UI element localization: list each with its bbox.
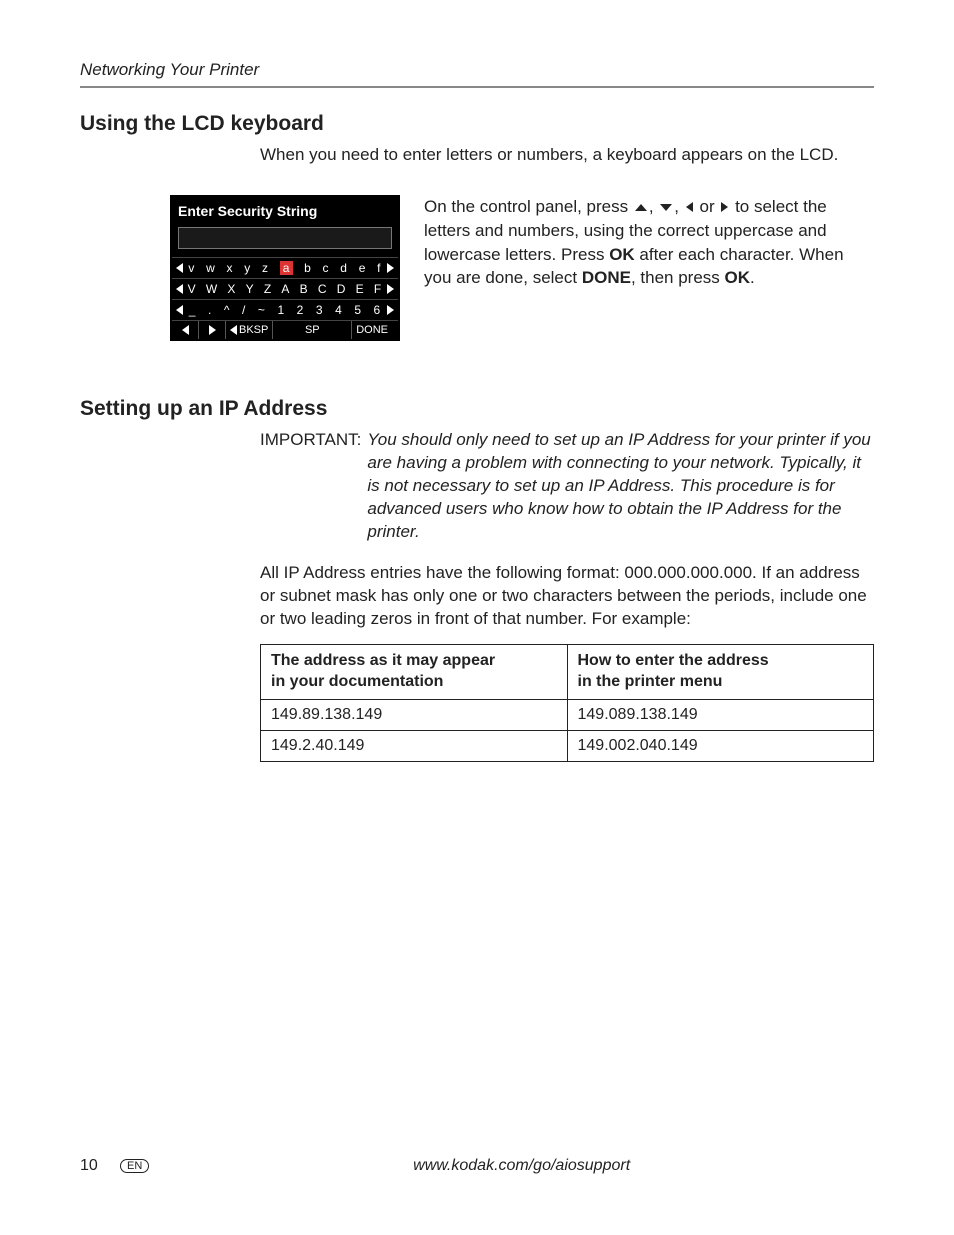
lcd-key: _	[189, 303, 197, 317]
lcd-row-2: VWXYZABCDEF	[172, 278, 398, 299]
lcd-keyboard-figure: Enter Security String vwxyzabcdef VWXYZA…	[170, 195, 400, 341]
lcd-key: Y	[246, 282, 255, 296]
lcd-key: b	[304, 261, 312, 275]
bksp-key: BKSP	[226, 321, 273, 339]
down-arrow-icon	[660, 204, 672, 211]
lcd-key: 2	[297, 303, 305, 317]
page-number: 10	[80, 1157, 120, 1175]
lcd-key: V	[188, 282, 197, 296]
lcd-key: e	[359, 261, 367, 275]
lcd-key: y	[244, 261, 251, 275]
lcd-key: 5	[354, 303, 362, 317]
table-header-2: How to enter the address in the printer …	[567, 645, 874, 700]
nav-left-icon	[172, 321, 199, 339]
nav-right-icon	[199, 321, 226, 339]
lcd-key: v	[188, 261, 195, 275]
right-arrow-icon	[387, 263, 394, 273]
lcd-key: D	[337, 282, 347, 296]
left-arrow-icon	[176, 305, 183, 315]
done-key: DONE	[352, 321, 398, 339]
lcd-key: a	[280, 261, 294, 275]
intro-text: When you need to enter letters or number…	[260, 144, 874, 167]
lcd-input-box	[178, 227, 392, 249]
lcd-key: X	[227, 282, 236, 296]
lcd-row-1-keys: vwxyzabcdef	[183, 261, 387, 275]
heading-lcd-keyboard: Using the LCD keyboard	[80, 112, 874, 136]
lcd-key: W	[206, 282, 218, 296]
running-header: Networking Your Printer	[80, 60, 874, 88]
lcd-key: 1	[277, 303, 285, 317]
lcd-key: x	[227, 261, 234, 275]
important-label: IMPORTANT:	[260, 429, 361, 544]
lcd-row-3-keys: _. ^ / ~123456	[183, 303, 387, 317]
lcd-key: B	[300, 282, 309, 296]
left-arrow-icon	[686, 202, 693, 212]
heading-ip-address: Setting up an IP Address	[80, 397, 874, 421]
lcd-key: d	[340, 261, 348, 275]
lcd-key: 3	[316, 303, 324, 317]
right-arrow-icon	[387, 305, 394, 315]
left-arrow-icon	[176, 263, 183, 273]
lcd-key: E	[356, 282, 365, 296]
lcd-key: c	[323, 261, 330, 275]
important-note: IMPORTANT: You should only need to set u…	[260, 429, 874, 544]
lcd-key: f	[377, 261, 381, 275]
important-text: You should only need to set up an IP Add…	[367, 429, 874, 544]
lcd-key: C	[318, 282, 328, 296]
lcd-key: .	[208, 303, 212, 317]
lcd-key: /	[242, 303, 246, 317]
left-arrow-icon	[176, 284, 183, 294]
lcd-key: 6	[374, 303, 382, 317]
lcd-key: F	[374, 282, 382, 296]
ip-address-table: The address as it may appear in your doc…	[260, 644, 874, 762]
page-footer: 10 EN www.kodak.com/go/aiosupport	[80, 1157, 874, 1175]
ip-format-text: All IP Address entries have the followin…	[260, 562, 874, 631]
right-arrow-icon	[721, 202, 728, 212]
lcd-bottom-row: BKSP SP DONE	[172, 320, 398, 339]
up-arrow-icon	[635, 204, 647, 211]
sp-key: SP	[273, 321, 352, 339]
lcd-instructions: On the control panel, press , , or to se…	[424, 195, 874, 290]
lcd-title: Enter Security String	[172, 197, 398, 223]
table-row: 149.2.40.149 149.002.040.149	[261, 731, 874, 762]
lcd-row-3: _. ^ / ~123456	[172, 299, 398, 320]
lcd-key: 4	[335, 303, 343, 317]
lcd-key: ~	[258, 303, 266, 317]
lcd-key: A	[281, 282, 290, 296]
language-badge: EN	[120, 1159, 149, 1173]
lcd-key: ^	[224, 303, 231, 317]
lcd-key: Z	[264, 282, 272, 296]
table-row: 149.89.138.149 149.089.138.149	[261, 700, 874, 731]
lcd-row-1: vwxyzabcdef	[172, 257, 398, 278]
lcd-key: z	[262, 261, 269, 275]
footer-url: www.kodak.com/go/aiosupport	[169, 1157, 874, 1175]
table-header-1: The address as it may appear in your doc…	[261, 645, 568, 700]
lcd-key: w	[206, 261, 216, 275]
lcd-row-2-keys: VWXYZABCDEF	[183, 282, 387, 296]
right-arrow-icon	[387, 284, 394, 294]
